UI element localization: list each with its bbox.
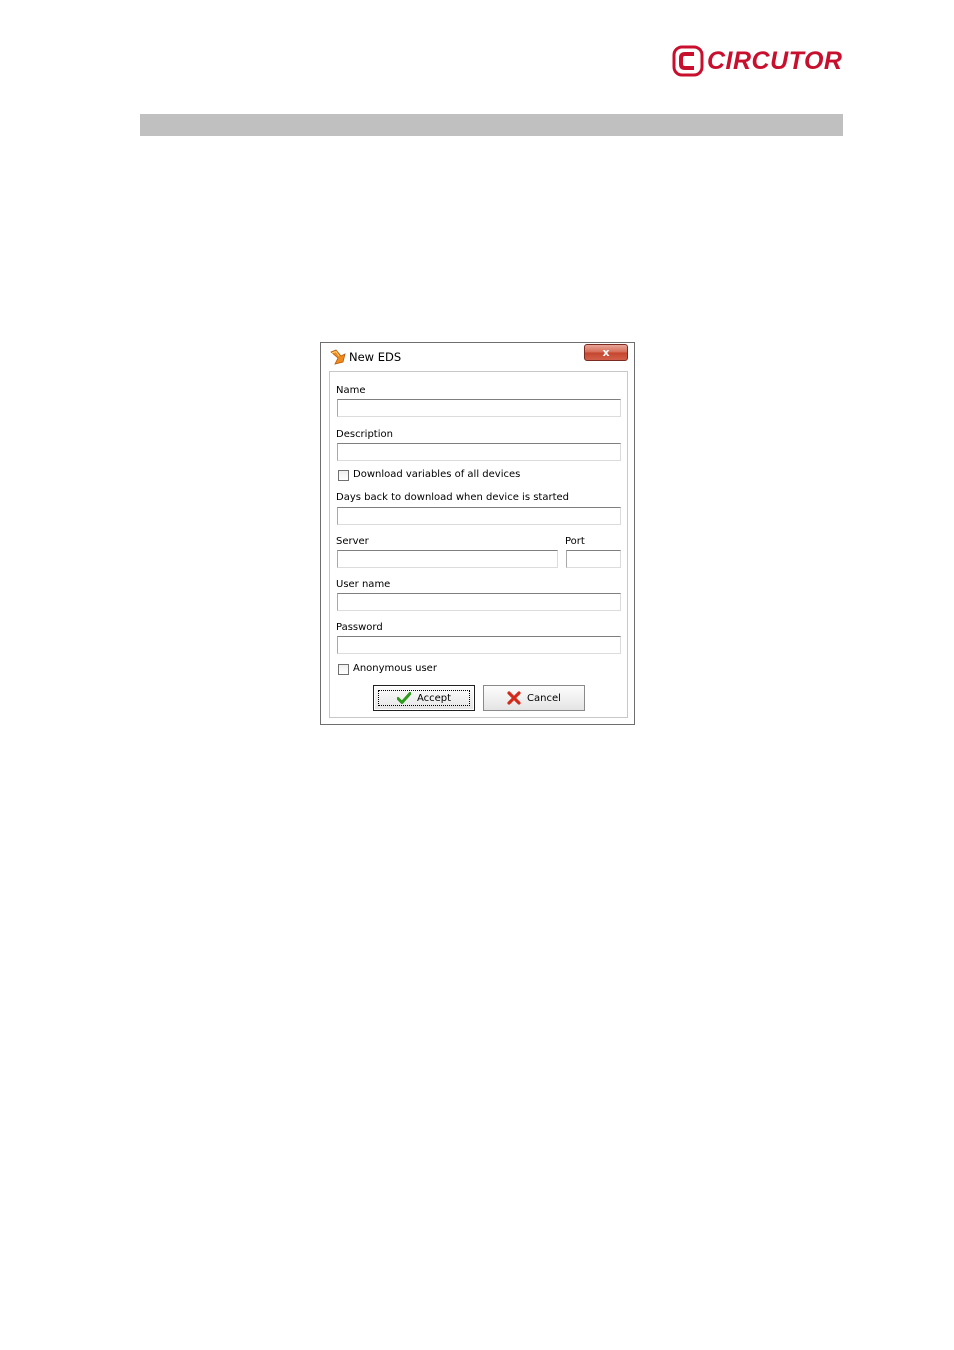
download-all-label: Download variables of all devices bbox=[353, 469, 521, 480]
close-button[interactable]: x bbox=[584, 344, 628, 361]
days-back-label: Days back to download when device is sta… bbox=[336, 492, 569, 503]
new-eds-dialog: New EDS x Name Description Download vari… bbox=[320, 342, 635, 725]
cancel-label: Cancel bbox=[527, 692, 561, 704]
name-label: Name bbox=[336, 385, 366, 396]
user-name-input[interactable] bbox=[337, 593, 621, 611]
anonymous-user-checkbox[interactable] bbox=[338, 664, 349, 675]
server-label: Server bbox=[336, 536, 369, 547]
dialog-titlebar[interactable]: New EDS x bbox=[321, 343, 634, 370]
days-back-input[interactable] bbox=[337, 507, 621, 525]
circutor-logo: CIRCUTOR bbox=[672, 44, 842, 78]
port-label: Port bbox=[565, 536, 585, 547]
server-input[interactable] bbox=[337, 550, 558, 568]
password-label: Password bbox=[336, 622, 383, 633]
dialog-body: Name Description Download variables of a… bbox=[329, 371, 628, 718]
password-input[interactable] bbox=[337, 636, 621, 654]
port-input[interactable] bbox=[566, 550, 621, 568]
dialog-title: New EDS bbox=[349, 350, 402, 364]
accept-button[interactable]: Accept bbox=[373, 685, 475, 711]
circutor-logo-icon bbox=[672, 45, 704, 77]
description-label: Description bbox=[336, 429, 393, 440]
name-input[interactable] bbox=[337, 399, 621, 417]
anonymous-user-label: Anonymous user bbox=[353, 663, 437, 674]
user-name-label: User name bbox=[336, 579, 391, 590]
cancel-button[interactable]: Cancel bbox=[483, 685, 585, 711]
section-header-band bbox=[140, 114, 843, 136]
focus-rectangle bbox=[378, 690, 470, 706]
close-icon: x bbox=[602, 346, 610, 359]
description-input[interactable] bbox=[337, 443, 621, 461]
download-all-checkbox[interactable] bbox=[338, 470, 349, 481]
logo-text: CIRCUTOR bbox=[707, 46, 843, 75]
x-icon bbox=[507, 691, 521, 705]
app-icon bbox=[330, 349, 346, 365]
